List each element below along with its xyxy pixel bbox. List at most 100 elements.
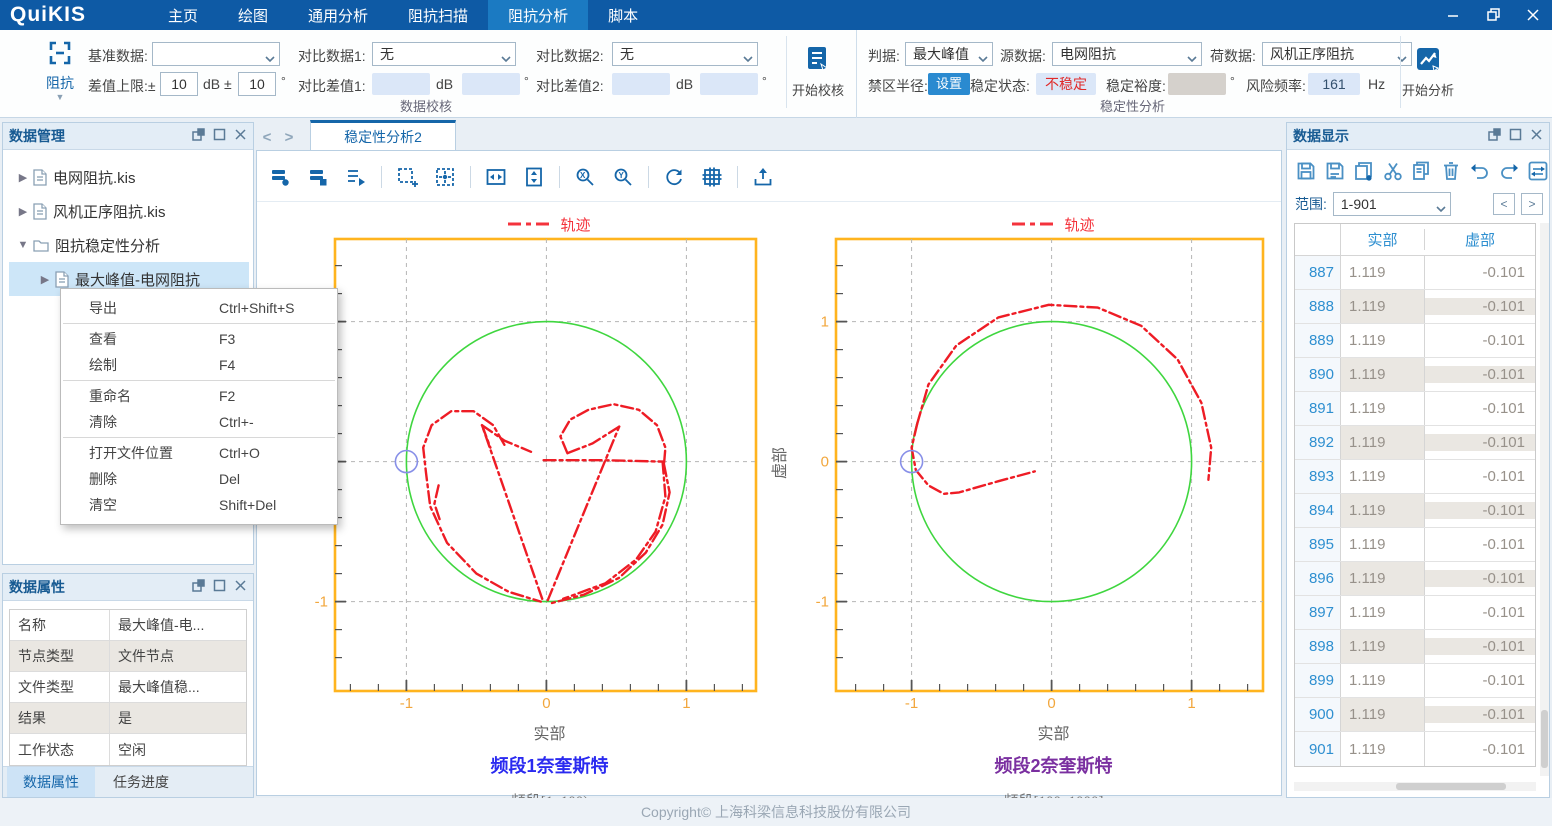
select-point-icon[interactable] bbox=[432, 164, 458, 190]
col-imag[interactable]: 虚部 bbox=[1425, 229, 1535, 250]
start-check-button[interactable]: 开始校核 bbox=[786, 44, 850, 99]
start-analysis-button[interactable]: 开始分析 bbox=[1396, 44, 1460, 99]
table-row[interactable]: 8921.119-0.101 bbox=[1295, 426, 1535, 460]
context-menu-item-4[interactable]: 清除Ctrl+- bbox=[61, 409, 337, 435]
source-data-select[interactable]: 电网阻抗 bbox=[1052, 42, 1202, 66]
property-row[interactable]: 节点类型文件节点 bbox=[10, 641, 246, 672]
redo-icon[interactable] bbox=[1498, 158, 1520, 184]
compare2-select[interactable]: 无 bbox=[612, 42, 758, 66]
menu-item-3[interactable]: 阻抗扫描 bbox=[388, 0, 488, 30]
range-select[interactable]: 1-901 bbox=[1333, 192, 1451, 216]
table-row[interactable]: 9001.119-0.101 bbox=[1295, 698, 1535, 732]
property-row[interactable]: 工作状态空闲 bbox=[10, 734, 246, 765]
base-data-select[interactable] bbox=[152, 42, 280, 66]
context-menu-item-7[interactable]: 清空Shift+Del bbox=[61, 492, 337, 518]
tree-item-1[interactable]: ▶风机正序阻抗.kis bbox=[9, 194, 249, 228]
sync-icon[interactable] bbox=[1527, 158, 1549, 184]
chevron-collapsed-icon[interactable]: ▶ bbox=[15, 171, 31, 184]
table-row[interactable]: 8951.119-0.101 bbox=[1295, 528, 1535, 562]
next-page-button[interactable]: > bbox=[1521, 193, 1543, 215]
chevron-collapsed-icon[interactable]: ▶ bbox=[15, 205, 31, 218]
copy-icon[interactable] bbox=[1353, 158, 1375, 184]
set-button[interactable]: 设置 bbox=[928, 73, 970, 95]
dock-tab-0[interactable]: 数据属性 bbox=[7, 767, 95, 797]
refresh-icon[interactable] bbox=[661, 164, 687, 190]
context-menu-item-5[interactable]: 打开文件位置Ctrl+O bbox=[61, 440, 337, 466]
close-panel-icon[interactable] bbox=[234, 128, 247, 144]
delete-icon[interactable] bbox=[1440, 158, 1462, 184]
context-menu-item-2[interactable]: 绘制F4 bbox=[61, 352, 337, 378]
table-row[interactable]: 8991.119-0.101 bbox=[1295, 664, 1535, 698]
table-row[interactable]: 8891.119-0.101 bbox=[1295, 324, 1535, 358]
center-view-icon[interactable] bbox=[699, 164, 725, 190]
cut-icon[interactable] bbox=[1382, 158, 1404, 184]
move-right-icon[interactable] bbox=[343, 164, 369, 190]
undo-icon[interactable] bbox=[1469, 158, 1491, 184]
chevron-collapsed-icon[interactable]: ▶ bbox=[37, 273, 53, 286]
chart-canvas[interactable]: -1-10011 bbox=[303, 237, 764, 715]
maximize-panel-icon[interactable] bbox=[1509, 128, 1522, 144]
table-row[interactable]: 8871.119-0.101 bbox=[1295, 256, 1535, 290]
add-table-icon[interactable] bbox=[305, 164, 331, 190]
table-row[interactable]: 8981.119-0.101 bbox=[1295, 630, 1535, 664]
context-menu-item-1[interactable]: 查看F3 bbox=[61, 326, 337, 352]
menu-item-0[interactable]: 主页 bbox=[148, 0, 218, 30]
maximize-panel-icon[interactable] bbox=[213, 579, 226, 595]
table-row[interactable]: 9011.119-0.101 bbox=[1295, 732, 1535, 766]
context-menu-item-6[interactable]: 删除Del bbox=[61, 466, 337, 492]
paste-icon[interactable] bbox=[1411, 158, 1433, 184]
compare1-select[interactable]: 无 bbox=[372, 42, 516, 66]
table-row[interactable]: 8961.119-0.101 bbox=[1295, 562, 1535, 596]
tree-item-0[interactable]: ▶电网阻抗.kis bbox=[9, 160, 249, 194]
fit-width-icon[interactable] bbox=[483, 164, 509, 190]
chevron-expanded-icon[interactable]: ▼ bbox=[15, 239, 31, 251]
menu-item-5[interactable]: 脚本 bbox=[588, 0, 658, 30]
context-menu-item-0[interactable]: 导出Ctrl+Shift+S bbox=[61, 295, 337, 321]
dock-tab-1[interactable]: 任务进度 bbox=[97, 767, 185, 797]
table-hscrollbar[interactable] bbox=[1294, 782, 1536, 791]
maximize-panel-icon[interactable] bbox=[213, 128, 226, 144]
table-row[interactable]: 8941.119-0.101 bbox=[1295, 494, 1535, 528]
zoom-x-icon[interactable]: X bbox=[572, 164, 598, 190]
close-panel-icon[interactable] bbox=[234, 579, 247, 595]
minimize-icon[interactable] bbox=[1440, 3, 1466, 27]
close-icon[interactable] bbox=[1520, 3, 1546, 27]
tab-scroll-left-icon[interactable]: < bbox=[256, 124, 278, 150]
tab-scroll-right-icon[interactable]: > bbox=[278, 124, 300, 150]
diff-db-input[interactable]: 10 bbox=[160, 72, 198, 96]
context-menu-item-3[interactable]: 重命名F2 bbox=[61, 383, 337, 409]
select-region-icon[interactable] bbox=[394, 164, 420, 190]
add-series-icon[interactable] bbox=[267, 164, 293, 190]
table-vscrollbar[interactable] bbox=[1540, 223, 1549, 776]
float-panel-icon[interactable] bbox=[192, 128, 205, 144]
menu-item-1[interactable]: 绘图 bbox=[218, 0, 288, 30]
table-row[interactable]: 8881.119-0.101 bbox=[1295, 290, 1535, 324]
impedance-tool-button[interactable]: 阻抗 ▼ bbox=[34, 38, 86, 112]
close-panel-icon[interactable] bbox=[1530, 128, 1543, 144]
table-row[interactable]: 8971.119-0.101 bbox=[1295, 596, 1535, 630]
table-row[interactable]: 8901.119-0.101 bbox=[1295, 358, 1535, 392]
tree-item-2[interactable]: ▼阻抗稳定性分析 bbox=[9, 228, 249, 262]
diff-deg-input[interactable]: 10 bbox=[238, 72, 276, 96]
chart-canvas[interactable]: -1-10011 bbox=[804, 237, 1271, 715]
restore-icon[interactable] bbox=[1480, 3, 1506, 27]
save-as-icon[interactable] bbox=[1324, 158, 1346, 184]
criterion-select[interactable]: 最大峰值 bbox=[905, 42, 993, 66]
property-row[interactable]: 名称最大峰值-电... bbox=[10, 610, 246, 641]
menu-item-4[interactable]: 阻抗分析 bbox=[488, 0, 588, 30]
export-icon[interactable] bbox=[750, 164, 776, 190]
property-row[interactable]: 文件类型最大峰值稳... bbox=[10, 672, 246, 703]
float-panel-icon[interactable] bbox=[1488, 128, 1501, 144]
table-row[interactable]: 8911.119-0.101 bbox=[1295, 392, 1535, 426]
zoom-y-icon[interactable]: Y bbox=[610, 164, 636, 190]
tab-stability-analysis-2[interactable]: 稳定性分析2 bbox=[310, 120, 456, 150]
load-data-select[interactable]: 风机正序阻抗 bbox=[1262, 42, 1412, 66]
property-row[interactable]: 结果是 bbox=[10, 703, 246, 734]
col-real[interactable]: 实部 bbox=[1341, 229, 1425, 250]
table-row[interactable]: 8931.119-0.101 bbox=[1295, 460, 1535, 494]
menu-item-2[interactable]: 通用分析 bbox=[288, 0, 388, 30]
float-panel-icon[interactable] bbox=[192, 579, 205, 595]
save-icon[interactable] bbox=[1295, 158, 1317, 184]
prev-page-button[interactable]: < bbox=[1493, 193, 1515, 215]
fit-height-icon[interactable] bbox=[521, 164, 547, 190]
